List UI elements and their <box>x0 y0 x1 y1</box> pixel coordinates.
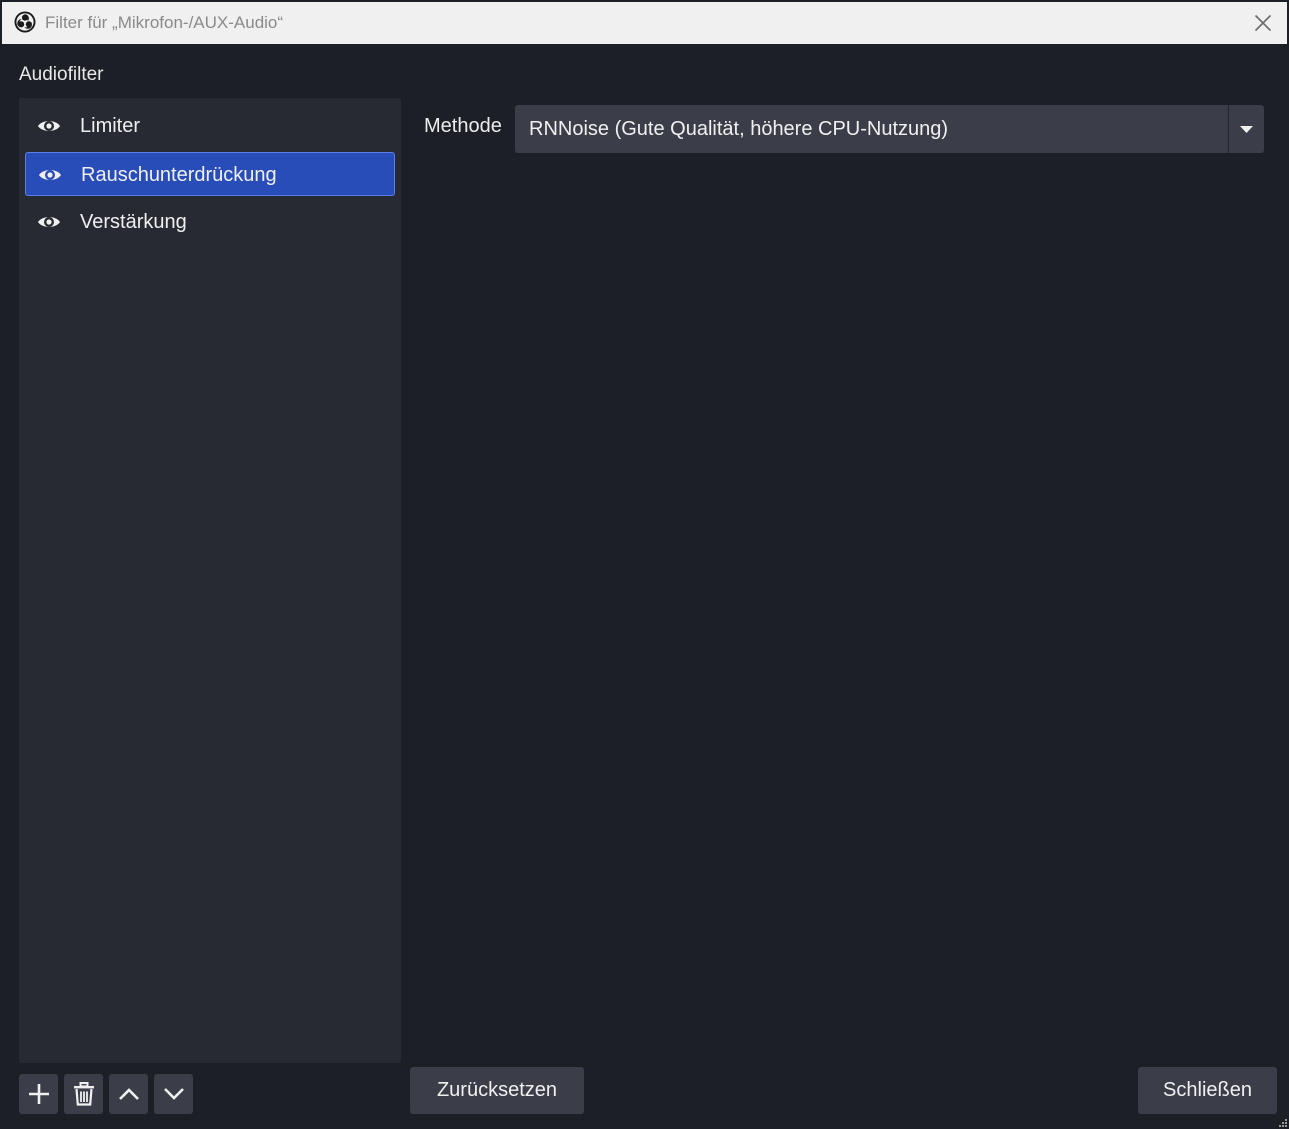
filter-item-noise-suppression[interactable]: Rauschunterdrückung <box>25 152 395 196</box>
close-icon <box>1254 14 1272 32</box>
move-filter-up-button[interactable] <box>109 1074 148 1114</box>
title-bar: Filter für „Mikrofon-/AUX-Audio“ <box>2 2 1287 44</box>
visibility-eye-icon[interactable] <box>38 165 62 185</box>
close-window-button[interactable] <box>1243 4 1283 42</box>
filter-item-gain[interactable]: Verstärkung <box>25 200 395 244</box>
close-button[interactable]: Schließen <box>1138 1067 1277 1114</box>
filter-item-label: Rauschunterdrückung <box>81 164 277 186</box>
method-select[interactable]: RNNoise (Gute Qualität, höhere CPU-Nutzu… <box>515 105 1264 153</box>
combo-divider <box>1228 105 1229 153</box>
dropdown-arrow-icon[interactable] <box>1239 123 1254 135</box>
remove-filter-button[interactable] <box>64 1074 103 1114</box>
audio-filters-heading: Audiofilter <box>19 64 104 85</box>
chevron-up-icon <box>118 1088 139 1100</box>
window-title: Filter für „Mikrofon-/AUX-Audio“ <box>45 13 284 32</box>
filter-dialog: Filter für „Mikrofon-/AUX-Audio“ Audiofi… <box>0 0 1289 1129</box>
filter-item-label: Verstärkung <box>80 211 187 233</box>
filter-list[interactable]: Limiter Rauschunterdrückung Verstärkung <box>19 98 401 1063</box>
plus-icon <box>28 1084 49 1104</box>
chevron-down-icon <box>163 1088 184 1100</box>
add-filter-button[interactable] <box>19 1074 58 1114</box>
trash-icon <box>73 1082 94 1106</box>
method-select-value: RNNoise (Gute Qualität, höhere CPU-Nutzu… <box>529 118 949 140</box>
move-filter-down-button[interactable] <box>154 1074 193 1114</box>
reset-button[interactable]: Zurücksetzen <box>410 1067 584 1114</box>
method-label: Methode <box>424 115 502 137</box>
filter-item-label: Limiter <box>80 115 141 137</box>
obs-logo-icon <box>14 11 36 33</box>
resize-grip-icon[interactable] <box>1279 1119 1287 1127</box>
visibility-eye-icon[interactable] <box>37 116 61 136</box>
filter-item-limiter[interactable]: Limiter <box>25 104 395 148</box>
visibility-eye-icon[interactable] <box>37 212 61 232</box>
